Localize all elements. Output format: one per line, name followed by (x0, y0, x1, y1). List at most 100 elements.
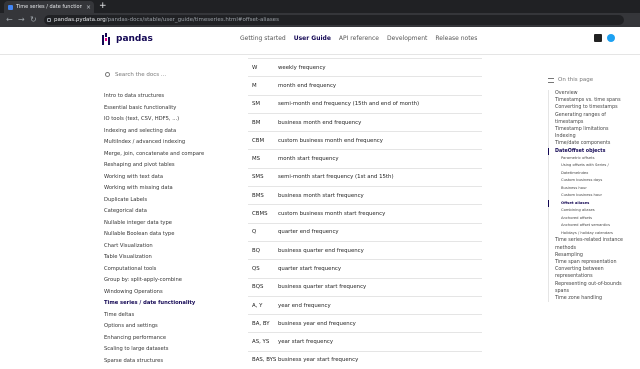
toc-item[interactable]: Combining aliases (548, 207, 640, 215)
toc-item[interactable]: methods (548, 244, 640, 252)
list-icon (548, 77, 554, 83)
nav-development[interactable]: Development (387, 35, 427, 42)
toc-item[interactable]: Timestamps vs. time spans (548, 97, 640, 105)
sidebar-item[interactable]: Working with missing data (104, 183, 214, 195)
table-row: Mmonth end frequency (248, 76, 482, 94)
toc-item[interactable]: Generating ranges of (548, 111, 640, 119)
alias-cell: CBM (252, 137, 265, 144)
description-cell: business month start frequency (278, 192, 364, 199)
table-row: SMS semi-month start frequency (1st and 1… (248, 167, 482, 186)
alias-cell: BMS (252, 192, 264, 199)
toc-item[interactable]: Offset aliases (548, 199, 640, 208)
sidebar-item[interactable]: Computational tools (104, 264, 214, 276)
toc-item[interactable]: Resampling (548, 251, 640, 259)
toc-item[interactable]: Using offsets with Series / (548, 162, 640, 170)
nav-release-notes[interactable]: Release notes (435, 35, 477, 42)
toc-item[interactable]: DatetimeIndex (548, 169, 640, 178)
nav-getting-started[interactable]: Getting started (240, 35, 286, 42)
sidebar-item[interactable]: MultiIndex / advanced indexing (104, 137, 214, 149)
alias-cell: BQS (252, 284, 264, 291)
sidebar-item[interactable]: Scaling to large datasets (104, 344, 214, 356)
toc-item[interactable]: Anchored offsets (548, 214, 640, 223)
new-tab-button[interactable]: + (99, 1, 107, 11)
toc-item[interactable]: Parametric offsets (548, 154, 640, 163)
alias-cell: A, Y (252, 302, 263, 309)
description-cell: business quarter end frequency (278, 247, 364, 254)
sidebar-item[interactable]: Windowing Operations (104, 287, 214, 299)
alias-cell: W (252, 64, 258, 71)
toc-item[interactable]: spans (548, 287, 640, 295)
alias-cell: QS (252, 265, 260, 272)
alias-cell: Q (252, 229, 257, 236)
table-row: BQS business quarter start frequency (248, 277, 482, 296)
nav-api-reference[interactable]: API reference (339, 35, 379, 42)
github-icon[interactable] (594, 34, 602, 42)
sidebar-item[interactable]: Indexing and selecting data (104, 126, 214, 138)
back-icon[interactable]: ← (6, 15, 13, 25)
toc-item[interactable]: Time/date components (548, 140, 640, 148)
description-cell: custom business month end frequency (278, 137, 383, 144)
logo-text: pandas (116, 34, 153, 44)
alias-cell: BAS, BYS (252, 357, 277, 364)
toc-item[interactable]: DateOffset objects (548, 147, 640, 155)
toc-item[interactable]: Indexing (548, 133, 640, 141)
sidebar-item[interactable]: Nullable integer data type (104, 218, 214, 230)
toc-item[interactable]: Overview (548, 90, 640, 98)
toc-title: On this page (558, 77, 594, 83)
sidebar-item[interactable]: IO tools (text, CSV, HDF5, ...) (104, 114, 214, 126)
sidebar-item[interactable]: Group by: split-apply-combine (104, 275, 214, 287)
toc-item[interactable]: timestamps (548, 118, 640, 127)
toc-item[interactable]: Converting to timestamps (548, 104, 640, 112)
toc-item[interactable]: Representing out-of-bounds (548, 280, 640, 288)
toc-item[interactable]: Business hour (548, 184, 640, 193)
description-cell: semi-month start frequency (1st and 15th… (278, 174, 394, 181)
page-toc: On this page Overview Timestamps vs. time… (548, 74, 640, 303)
toc-header: On this page (548, 74, 640, 86)
alias-cell: BM (252, 119, 261, 126)
sidebar-item[interactable]: Time deltas (104, 310, 214, 322)
sidebar-item[interactable]: Time series / date functionality (104, 298, 214, 310)
sidebar-item[interactable]: Sparse data structures (104, 356, 214, 368)
table-row: QS quarter start frequency (248, 259, 482, 277)
toc-item[interactable]: representations (548, 273, 640, 281)
toc-item[interactable]: Time series-related instance (548, 237, 640, 245)
toc-item[interactable]: Timestamp limitations (548, 126, 640, 134)
sidebar-item[interactable]: Reshaping and pivot tables (104, 160, 214, 172)
toc-item[interactable]: Holidays / holiday calendars (548, 229, 640, 238)
sidebar-item[interactable]: Chart Visualization (104, 241, 214, 253)
toc-item[interactable]: Time zone handling (548, 294, 640, 303)
table-row: Wweekly frequency (248, 58, 482, 76)
sidebar-item[interactable]: Duplicate Labels (104, 195, 214, 207)
forward-icon[interactable]: → (18, 15, 25, 25)
search-input[interactable]: Search the docs ... (104, 69, 214, 81)
toc-item[interactable]: Time span representation (548, 258, 640, 267)
toc-list: Overview Timestamps vs. time spans Convert… (548, 90, 640, 303)
pandas-favicon-icon (8, 4, 13, 10)
sidebar-item[interactable]: Categorical data (104, 206, 214, 218)
table-row: BA, BY business year end frequency (248, 314, 482, 332)
sidebar-item[interactable]: Options and settings (104, 321, 214, 333)
pandas-logo[interactable]: pandas (102, 33, 153, 45)
browser-tab[interactable]: Time series / date functionality — × (4, 1, 94, 13)
description-cell: quarter end frequency (278, 229, 339, 236)
url-field[interactable]: pandas.pydata.org/pandas-docs/stable/use… (44, 15, 624, 25)
toc-item[interactable]: Custom business days (548, 177, 640, 185)
nav-user-guide[interactable]: User Guide (294, 35, 331, 42)
sidebar-item[interactable]: Essential basic functionality (104, 103, 214, 115)
table-row: CBMS custom business month start frequenc… (248, 204, 482, 222)
reload-icon[interactable]: ↻ (30, 15, 37, 25)
toc-item[interactable]: Converting between (548, 266, 640, 274)
sidebar-item[interactable]: Working with text data (104, 172, 214, 184)
top-nav: Getting started User Guide API reference… (240, 35, 477, 42)
toc-item[interactable]: Custom business hour (548, 192, 640, 200)
table-row: Qquarter end frequency (248, 222, 482, 241)
sidebar-item[interactable]: Nullable Boolean data type (104, 229, 214, 241)
sidebar-item[interactable]: Merge, join, concatenate and compare (104, 149, 214, 161)
url-host: pandas.pydata.org (54, 17, 106, 23)
sidebar-item[interactable]: Table Visualization (104, 252, 214, 264)
twitter-icon[interactable] (607, 34, 615, 42)
close-tab-icon[interactable]: × (86, 4, 91, 11)
sidebar-item[interactable]: Enhancing performance (104, 333, 214, 345)
sidebar-item[interactable]: Intro to data structures (104, 91, 214, 103)
toc-item[interactable]: Anchored offset semantics (548, 222, 640, 230)
